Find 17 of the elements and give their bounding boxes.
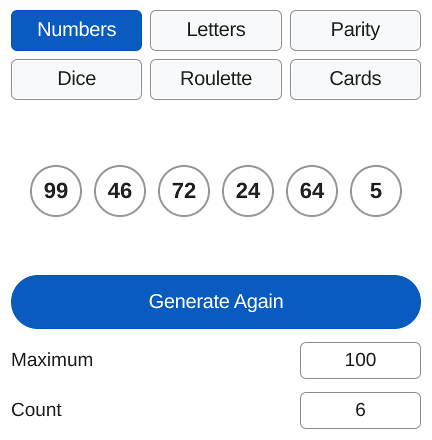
mode-tab[interactable]: Numbers [11, 10, 142, 51]
mode-tab[interactable]: Roulette [150, 59, 282, 100]
number-ball: 99 [30, 165, 82, 217]
number-ball: 72 [158, 165, 210, 217]
setting-label: Count [11, 400, 62, 422]
mode-tab[interactable]: Parity [290, 10, 421, 51]
generate-button[interactable]: Generate Again [11, 275, 421, 329]
input-field[interactable]: 100 [300, 342, 421, 379]
number-ball: 64 [286, 165, 338, 217]
mode-tab[interactable]: Cards [290, 59, 421, 100]
input-field[interactable]: 6 [300, 392, 421, 429]
number-ball: 46 [94, 165, 146, 217]
number-ball: 5 [350, 165, 402, 217]
mode-tab[interactable]: Letters [150, 10, 282, 51]
mode-tab[interactable]: Dice [11, 59, 142, 100]
setting-label: Maximum [11, 350, 94, 372]
number-ball: 24 [222, 165, 274, 217]
